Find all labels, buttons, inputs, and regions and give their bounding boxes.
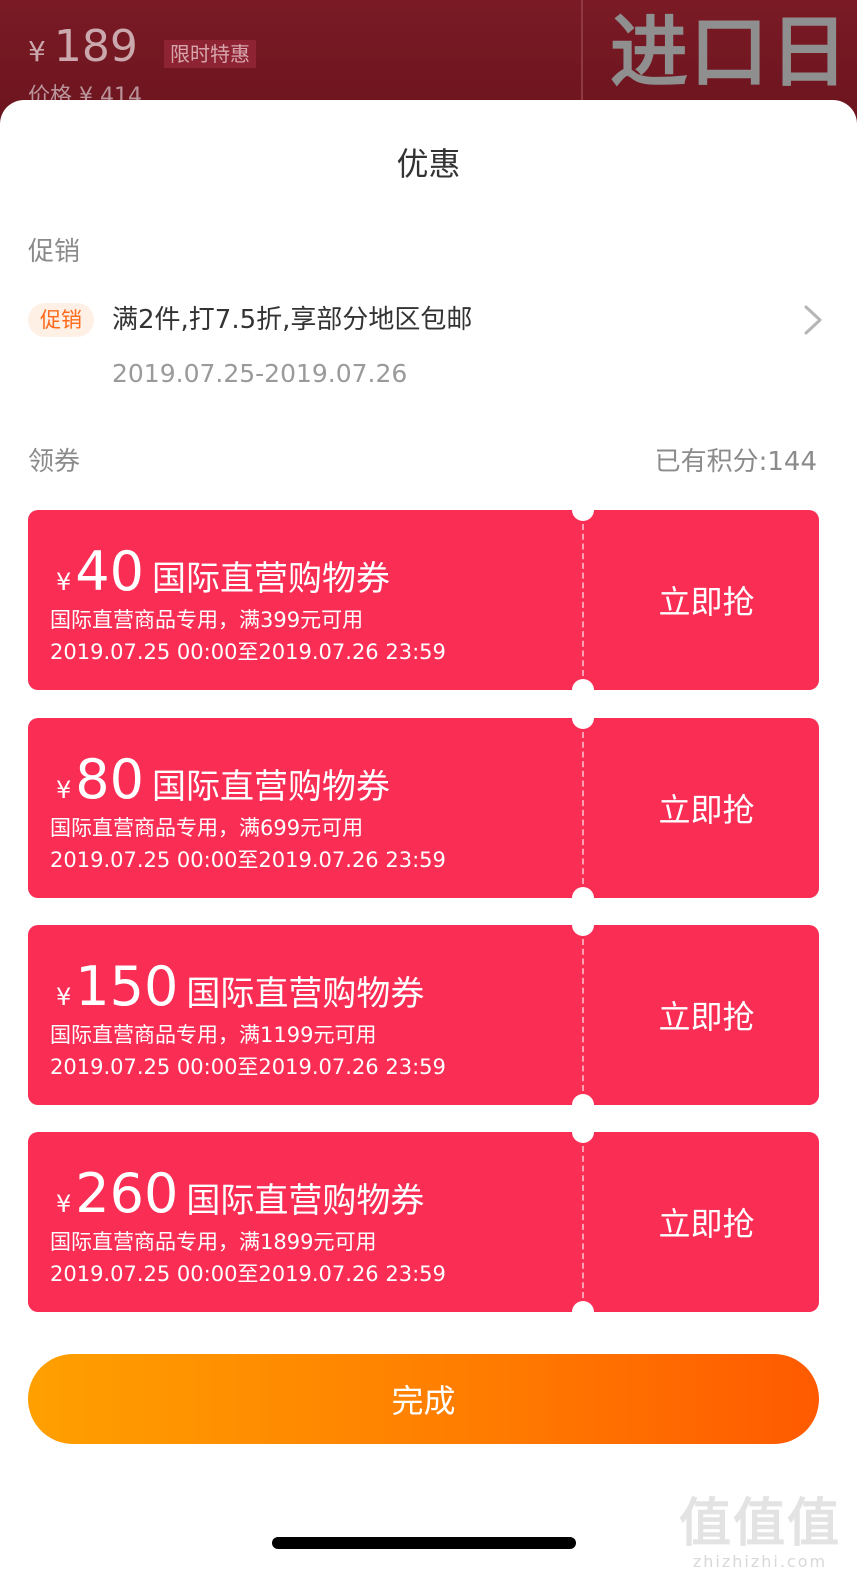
coupon-period: 2019.07.25 00:00至2019.07.26 23:59 bbox=[50, 1055, 446, 1079]
promo-row[interactable]: 促销 满2件,打7.5折,享部分地区包邮 bbox=[28, 299, 828, 343]
coupon-notch bbox=[572, 1094, 594, 1116]
sheet-title: 优惠 bbox=[396, 145, 461, 183]
coupon-condition: 国际直营商品专用，满699元可用 bbox=[50, 816, 364, 840]
coupon-notch bbox=[572, 1301, 594, 1323]
coupon-amount-line: ¥40 国际直营购物券 bbox=[56, 542, 390, 602]
coupon-period: 2019.07.25 00:00至2019.07.26 23:59 bbox=[50, 640, 446, 664]
coupon-card: ¥80 国际直营购物券 国际直营商品专用，满699元可用 2019.07.25 0… bbox=[28, 707, 819, 909]
coupon-condition: 国际直营商品专用，满1899元可用 bbox=[50, 1230, 377, 1254]
watermark-logo: 值值值 bbox=[678, 1494, 841, 1554]
coupon-condition: 国际直营商品专用，满1199元可用 bbox=[50, 1023, 377, 1047]
grab-coupon-button[interactable]: 立即抢 bbox=[594, 1132, 819, 1312]
coupon-notch bbox=[572, 1121, 594, 1143]
coupon-amount: 150 bbox=[75, 955, 179, 1018]
points-balance: 已有积分:144 bbox=[654, 447, 817, 477]
coupon-perforation bbox=[582, 732, 584, 884]
promo-section-label: 促销 bbox=[28, 237, 81, 267]
home-indicator[interactable] bbox=[272, 1537, 576, 1549]
coupon-perforation bbox=[582, 939, 584, 1091]
coupon-notch bbox=[572, 887, 594, 909]
coupon-condition: 国际直营商品专用，满399元可用 bbox=[50, 608, 364, 632]
background-divider bbox=[581, 0, 583, 100]
coupon-perforation bbox=[582, 1146, 584, 1298]
coupon-notch bbox=[572, 914, 594, 936]
watermark: 值值值 zhizhizhi.com bbox=[679, 1496, 841, 1571]
coupon-title: 国际直营购物券 bbox=[186, 974, 425, 1014]
background-price: ¥189 bbox=[28, 22, 138, 77]
background-price-symbol: ¥ bbox=[28, 35, 46, 68]
coupon-amount-line: ¥260 国际直营购物券 bbox=[56, 1164, 424, 1224]
coupon-perforation bbox=[582, 524, 584, 676]
coupon-title: 国际直营购物券 bbox=[152, 767, 390, 807]
coupon-card: ¥260 国际直营购物券 国际直营商品专用，满1899元可用 2019.07.25… bbox=[28, 1121, 819, 1323]
coupon-notch bbox=[572, 707, 594, 729]
coupon-currency-symbol: ¥ bbox=[56, 776, 72, 804]
coupon-section-label: 领券 bbox=[28, 447, 81, 477]
grab-coupon-button[interactable]: 立即抢 bbox=[594, 718, 819, 898]
coupon-amount: 260 bbox=[75, 1162, 179, 1225]
watermark-url: zhizhizhi.com bbox=[692, 1552, 828, 1571]
grab-coupon-button[interactable]: 立即抢 bbox=[594, 925, 819, 1105]
coupon-amount: 40 bbox=[75, 540, 144, 603]
discount-sheet: 优惠 促销 促销 满2件,打7.5折,享部分地区包邮 2019.07.25-20… bbox=[0, 100, 857, 1589]
promo-date: 2019.07.25-2019.07.26 bbox=[112, 359, 408, 388]
coupon-currency-symbol: ¥ bbox=[56, 568, 72, 596]
coupon-amount: 80 bbox=[75, 748, 144, 811]
coupon-title: 国际直营购物券 bbox=[152, 559, 390, 599]
background-price-value: 189 bbox=[53, 21, 138, 72]
done-button[interactable]: 完成 bbox=[28, 1354, 819, 1444]
chevron-right-icon[interactable] bbox=[798, 303, 828, 337]
coupon-period: 2019.07.25 00:00至2019.07.26 23:59 bbox=[50, 1262, 446, 1286]
coupon-notch bbox=[572, 499, 594, 521]
coupon-card: ¥150 国际直营购物券 国际直营商品专用，满1199元可用 2019.07.25… bbox=[28, 914, 819, 1116]
coupon-notch bbox=[572, 679, 594, 701]
coupon-amount-line: ¥80 国际直营购物券 bbox=[56, 750, 390, 810]
coupon-amount-line: ¥150 国际直营购物券 bbox=[56, 957, 424, 1017]
background-sale-badge: 限时特惠 bbox=[164, 40, 256, 68]
coupon-card: ¥40 国际直营购物券 国际直营商品专用，满399元可用 2019.07.25 0… bbox=[28, 499, 819, 701]
background-logo: 进口日 bbox=[610, 8, 851, 98]
promo-tag: 促销 bbox=[28, 303, 94, 337]
grab-coupon-button[interactable]: 立即抢 bbox=[594, 510, 819, 690]
coupon-period: 2019.07.25 00:00至2019.07.26 23:59 bbox=[50, 848, 446, 872]
coupon-title: 国际直营购物券 bbox=[186, 1181, 425, 1221]
promo-text: 满2件,打7.5折,享部分地区包邮 bbox=[112, 305, 473, 335]
coupon-currency-symbol: ¥ bbox=[56, 1190, 72, 1218]
coupon-currency-symbol: ¥ bbox=[56, 983, 72, 1011]
